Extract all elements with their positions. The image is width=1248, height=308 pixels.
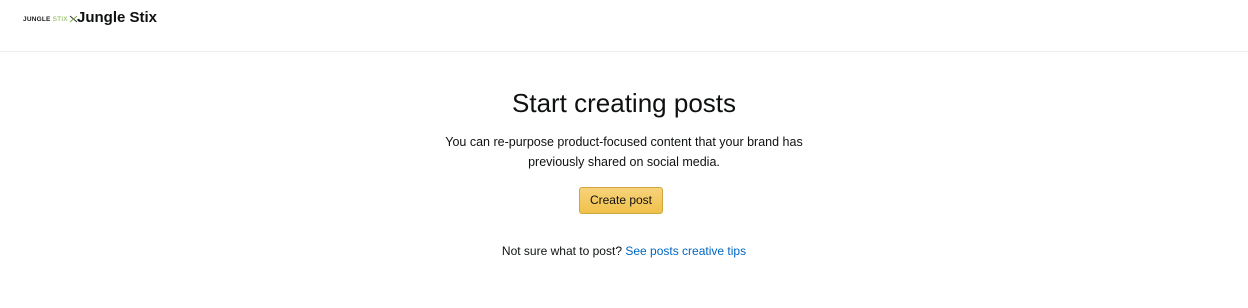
brand-logo: JUNGLE STIX [23, 13, 78, 25]
tips-row: Not sure what to post? See posts creativ… [0, 244, 1248, 258]
page-title: Start creating posts [512, 88, 736, 118]
creative-tips-link[interactable]: See posts creative tips [625, 244, 746, 258]
tips-prompt: Not sure what to post? [501, 244, 622, 258]
brand-name: Jungle Stix [77, 9, 158, 26]
create-post-button[interactable]: Create post [579, 187, 663, 214]
logo-text-stix: STIX [52, 15, 68, 23]
logo-text-jungle: JUNGLE [23, 15, 51, 23]
empty-state-description: You can re-purpose product-focused conte… [445, 135, 803, 169]
page-header: JUNGLE STIX Jungle Stix [0, 0, 1248, 52]
